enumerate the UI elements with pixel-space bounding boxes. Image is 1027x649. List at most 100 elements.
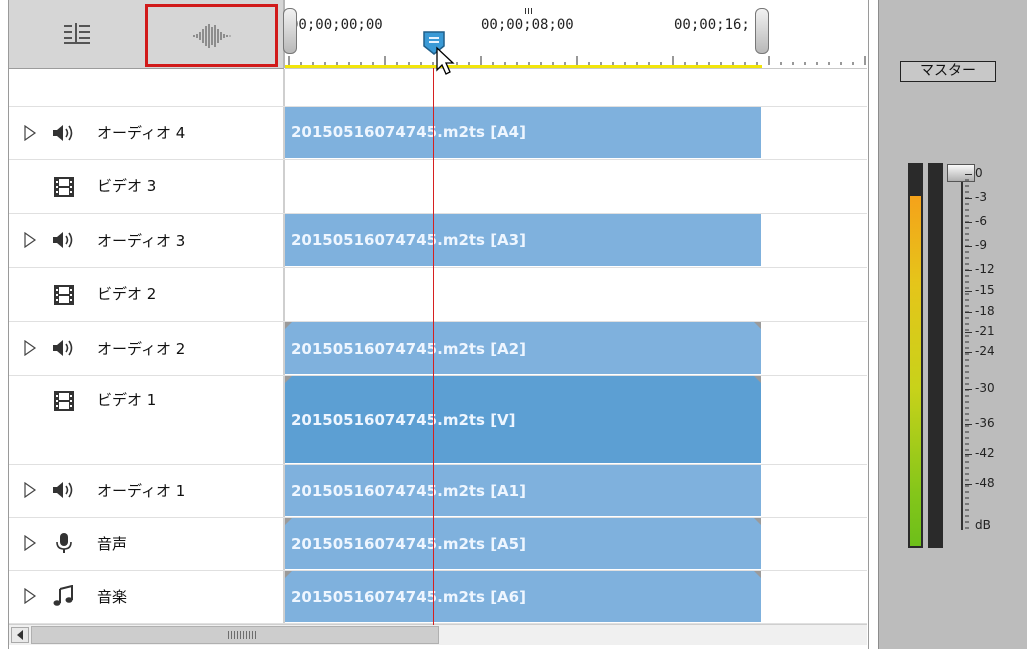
- film-icon[interactable]: [51, 284, 77, 306]
- track-name: オーディオ 1: [97, 482, 186, 500]
- expand-triangle-icon[interactable]: [23, 232, 37, 248]
- scroll-thumb[interactable]: [31, 626, 439, 644]
- track-name: オーディオ 4: [97, 124, 186, 142]
- track-header: オーディオ 2: [9, 322, 285, 375]
- media-clip[interactable]: 20150516074745.m2ts [A6]: [285, 571, 761, 622]
- track-header: オーディオ 3: [9, 214, 285, 267]
- master-mixer-panel: マスター 0 -3 -6 -9 -12 -15 -18 -21 -24 -30 …: [878, 0, 1027, 649]
- db-mark-12: -12: [975, 262, 995, 276]
- db-mark-9: -9: [975, 238, 987, 252]
- db-mark-0: 0: [975, 166, 983, 180]
- speaker-icon[interactable]: [51, 337, 77, 359]
- expand-triangle-icon[interactable]: [23, 535, 37, 551]
- clip-label: 20150516074745.m2ts [A1]: [291, 482, 526, 500]
- expand-triangle-icon[interactable]: [23, 125, 37, 141]
- track-video-3[interactable]: ビデオ 3: [9, 160, 867, 214]
- track-settings-icon: [63, 23, 90, 44]
- track-audio-4[interactable]: オーディオ 4 20150516074745.m2ts [A4]: [9, 107, 867, 160]
- speaker-icon[interactable]: [51, 229, 77, 251]
- clip-label: 20150516074745.m2ts [A2]: [291, 340, 526, 358]
- db-mark-36: -36: [975, 416, 995, 430]
- track-name: ビデオ 1: [97, 391, 157, 409]
- playhead-line[interactable]: [433, 68, 434, 625]
- db-mark-18: -18: [975, 304, 995, 318]
- expand-triangle-icon[interactable]: [23, 482, 37, 498]
- ruler-timecode-end: 00;00;16;: [674, 17, 750, 33]
- track-header: オーディオ 1: [9, 465, 285, 517]
- track-video-2[interactable]: ビデオ 2: [9, 268, 867, 322]
- music-note-icon[interactable]: [51, 585, 77, 607]
- expand-triangle-icon[interactable]: [23, 340, 37, 356]
- db-minor-ticks: [965, 174, 969, 529]
- track-audio-1[interactable]: オーディオ 1 20150516074745.m2ts [A1]: [9, 465, 867, 518]
- track-name: ビデオ 3: [97, 177, 157, 195]
- scroll-left-button[interactable]: [11, 627, 29, 643]
- db-mark-48: -48: [975, 476, 995, 490]
- clip-label: 20150516074745.m2ts [A6]: [291, 588, 526, 606]
- waveform-display-button[interactable]: [145, 4, 278, 67]
- level-meter-left: [908, 163, 923, 548]
- track-spacer-head: [9, 69, 285, 106]
- microphone-icon[interactable]: [51, 532, 77, 554]
- db-mark-6: -6: [975, 214, 987, 228]
- track-name: 音声: [97, 535, 128, 553]
- ruler-timecode-mid: 00;00;08;00: [481, 17, 574, 33]
- db-mark-3: -3: [975, 190, 987, 204]
- track-settings-button[interactable]: [9, 2, 144, 66]
- track-header: オーディオ 4: [9, 107, 285, 159]
- ruler-timecode-start: 00;00;00;00: [290, 17, 383, 33]
- track-name: オーディオ 2: [97, 340, 186, 358]
- level-meter-right: [928, 163, 943, 548]
- track-video-1[interactable]: ビデオ 1 20150516074745.m2ts [V]: [9, 376, 867, 465]
- media-clip[interactable]: 20150516074745.m2ts [A5]: [285, 518, 761, 569]
- track-name: オーディオ 3: [97, 232, 186, 250]
- clip-label: 20150516074745.m2ts [A4]: [291, 123, 526, 141]
- expand-triangle-icon[interactable]: [23, 588, 37, 604]
- timeline-panel: 00;00;00;00 00;00;08;00 00;00;16; オーディオ …: [8, 0, 869, 649]
- track-name: ビデオ 2: [97, 285, 157, 303]
- volume-fader-track[interactable]: [961, 170, 963, 530]
- track-header: ビデオ 1: [9, 376, 285, 464]
- scroll-grip: [228, 631, 256, 639]
- media-clip[interactable]: 20150516074745.m2ts [V]: [285, 376, 761, 463]
- media-clip[interactable]: 20150516074745.m2ts [A3]: [285, 214, 761, 266]
- track-spacer-row: [9, 69, 867, 107]
- track-audio-2[interactable]: オーディオ 2 20150516074745.m2ts [A2]: [9, 322, 867, 376]
- work-area-range-bar[interactable]: [285, 65, 762, 68]
- track-header-toolbar: [9, 0, 284, 69]
- track-header: 音楽: [9, 571, 285, 623]
- clip-label: 20150516074745.m2ts [A3]: [291, 231, 526, 249]
- range-start-handle[interactable]: [283, 8, 297, 54]
- ruler-top-marker-icon: [525, 8, 532, 14]
- db-unit-label: dB: [975, 518, 991, 532]
- scroll-left-arrow-icon: [17, 630, 23, 640]
- time-ruler[interactable]: 00;00;00;00 00;00;08;00 00;00;16;: [283, 0, 867, 75]
- db-mark-24: -24: [975, 344, 995, 358]
- media-clip[interactable]: 20150516074745.m2ts [A4]: [285, 107, 761, 158]
- clip-label: 20150516074745.m2ts [A5]: [291, 535, 526, 553]
- db-scale: 0 -3 -6 -9 -12 -15 -18 -21 -24 -30 -36 -…: [965, 160, 1025, 540]
- db-mark-30: -30: [975, 381, 995, 395]
- media-clip[interactable]: 20150516074745.m2ts [A1]: [285, 465, 761, 516]
- track-name: 音楽: [97, 588, 128, 606]
- level-meter-left-fill: [910, 196, 921, 546]
- speaker-icon[interactable]: [51, 122, 77, 144]
- db-mark-21: -21: [975, 324, 995, 338]
- track-header: ビデオ 2: [9, 268, 285, 321]
- db-mark-42: -42: [975, 446, 995, 460]
- speaker-icon[interactable]: [51, 479, 77, 501]
- track-header: 音声: [9, 518, 285, 570]
- track-music[interactable]: 音楽 20150516074745.m2ts [A6]: [9, 571, 867, 624]
- range-end-handle[interactable]: [755, 8, 769, 54]
- master-label: マスター: [900, 61, 996, 82]
- media-clip[interactable]: 20150516074745.m2ts [A2]: [285, 322, 761, 374]
- film-icon[interactable]: [51, 176, 77, 198]
- horizontal-scrollbar[interactable]: [9, 624, 867, 645]
- track-audio-3[interactable]: オーディオ 3 20150516074745.m2ts [A3]: [9, 214, 867, 268]
- clip-label: 20150516074745.m2ts [V]: [291, 411, 516, 429]
- track-voice[interactable]: 音声 20150516074745.m2ts [A5]: [9, 518, 867, 571]
- waveform-icon: [192, 23, 231, 48]
- film-icon[interactable]: [51, 390, 77, 412]
- db-mark-15: -15: [975, 283, 995, 297]
- track-header: ビデオ 3: [9, 160, 285, 213]
